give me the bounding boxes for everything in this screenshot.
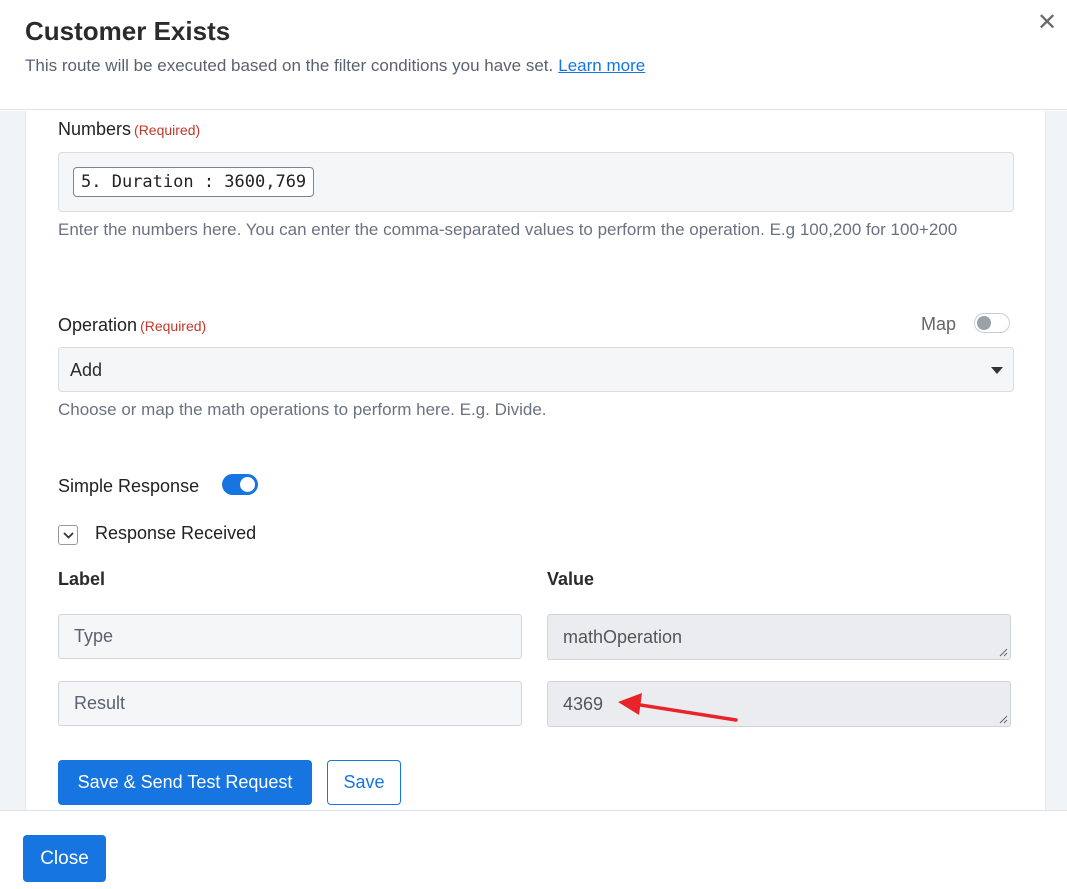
close-icon[interactable]: ✕ [1036,11,1058,35]
response-label-field[interactable]: Type [58,614,522,659]
operation-selected-value: Add [70,360,103,380]
modal-body: Numbers (Required) 5. Duration : 3600,769… [0,111,1067,810]
annotation-arrow-icon [618,693,738,722]
response-collapse-toggle[interactable] [58,525,78,545]
resize-handle-icon[interactable] [999,715,1008,724]
chevron-down-icon [63,532,74,539]
response-received-label: Response Received [95,523,257,543]
close-button[interactable]: Close [23,835,106,882]
response-label-field[interactable]: Result [58,681,522,726]
modal-header: Customer Exists This route will be execu… [0,0,1067,110]
response-value-text: mathOperation [563,627,683,647]
learn-more-link[interactable]: Learn more [558,56,645,75]
save-send-test-button[interactable]: Save & Send Test Request [58,760,312,805]
subtitle-text: This route will be executed based on the… [25,56,554,75]
resize-handle-icon[interactable] [999,648,1008,657]
numbers-label: Numbers (Required) [58,119,200,140]
form-panel: Numbers (Required) 5. Duration : 3600,769… [25,111,1046,810]
response-value-text: 4369 [563,694,604,714]
map-toggle[interactable] [974,313,1010,333]
response-value-field[interactable]: mathOperation [547,614,1011,660]
required-marker: (Required) [140,318,207,334]
mapped-value-chip[interactable]: 5. Duration : 3600,769 [73,167,315,197]
required-marker: (Required) [134,122,201,138]
route-description: This route will be executed based on the… [25,56,645,76]
numbers-field[interactable]: 5. Duration : 3600,769 [58,152,1014,212]
simple-response-label: Simple Response [58,476,200,496]
page-title: Customer Exists [25,16,231,46]
simple-response-toggle[interactable] [222,474,258,495]
map-toggle-label: Map [921,314,957,334]
operation-select[interactable]: Add [58,347,1014,392]
value-column-header: Value [547,569,595,589]
numbers-label-text: Numbers [58,119,132,139]
toggle-knob [977,316,991,330]
modal-footer: Close [0,810,1067,889]
operation-help-text: Choose or map the math operations to per… [58,400,547,419]
operation-label-text: Operation [58,315,138,335]
numbers-help-text: Enter the numbers here. You can enter th… [58,220,958,239]
caret-down-icon [991,367,1003,374]
operation-label: Operation (Required) [58,315,206,336]
save-button[interactable]: Save [327,760,401,805]
label-column-header: Label [58,569,106,589]
toggle-knob [240,477,255,492]
